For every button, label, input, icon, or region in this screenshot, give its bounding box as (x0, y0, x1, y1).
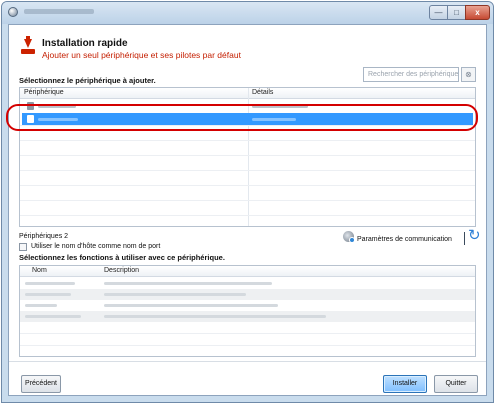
communication-settings-icon[interactable] (343, 231, 355, 243)
function-row[interactable] (20, 289, 475, 300)
maximize-button[interactable]: □ (447, 5, 466, 20)
installer-window: — □ x Installation rapide Ajouter un seu… (1, 1, 494, 403)
row-divider (20, 333, 475, 334)
window-title-obscured (24, 9, 94, 14)
footer-divider (9, 361, 486, 362)
toolbar-divider (464, 232, 465, 245)
function-name-obscured (25, 315, 81, 318)
close-button[interactable]: x (465, 5, 490, 20)
functions-table-header: Nom Description (20, 266, 475, 277)
function-description-obscured (104, 293, 246, 296)
functions-table: Nom Description (19, 265, 476, 357)
function-row[interactable] (20, 300, 475, 311)
previous-button[interactable]: Précédent (21, 375, 61, 393)
column-header-device[interactable]: Périphérique (24, 89, 64, 96)
row-divider (20, 345, 475, 346)
title-bar[interactable]: — □ x (2, 2, 493, 24)
function-description-obscured (104, 304, 278, 307)
search-clear-icon[interactable]: ⊗ (461, 67, 476, 82)
device-search-input[interactable]: Rechercher des périphériques (363, 67, 459, 82)
device-count: Périphériques 2 (19, 233, 69, 240)
row-divider (20, 155, 475, 156)
minimize-button[interactable]: — (429, 5, 448, 20)
function-row[interactable] (20, 311, 475, 322)
column-header-description[interactable]: Description (104, 267, 139, 274)
row-divider (20, 215, 475, 216)
page-title: Installation rapide (42, 38, 128, 49)
dialog-content: Installation rapide Ajouter un seul péri… (8, 24, 487, 396)
install-button[interactable]: Installer (383, 375, 427, 393)
device-section-label: Sélectionnez le périphérique à ajouter. (19, 76, 156, 85)
page-subtitle: Ajouter un seul périphérique et ses pilo… (42, 50, 241, 60)
function-name-obscured (25, 304, 57, 307)
row-divider (20, 170, 475, 171)
row-divider (20, 185, 475, 186)
function-row[interactable] (20, 278, 475, 289)
function-description-obscured (104, 315, 326, 318)
function-description-obscured (104, 282, 272, 285)
column-header-name[interactable]: Nom (32, 267, 47, 274)
function-name-obscured (25, 293, 71, 296)
refresh-icon[interactable]: ↻ (468, 226, 481, 244)
communication-settings-link[interactable]: Paramètres de communication (357, 236, 452, 243)
install-arrow-icon (21, 36, 35, 55)
quit-button[interactable]: Quitter (434, 375, 478, 393)
functions-section-label: Sélectionnez les fonctions à utiliser av… (19, 253, 225, 262)
selection-highlight-ring (6, 104, 478, 131)
function-name-obscured (25, 282, 75, 285)
column-header-details[interactable]: Détails (252, 89, 273, 96)
row-divider (20, 200, 475, 201)
row-divider (20, 140, 475, 141)
hostname-checkbox-label[interactable]: Utiliser le nom d'hôte comme nom de port (31, 243, 160, 250)
app-icon (8, 7, 18, 17)
hostname-checkbox[interactable] (19, 243, 27, 251)
